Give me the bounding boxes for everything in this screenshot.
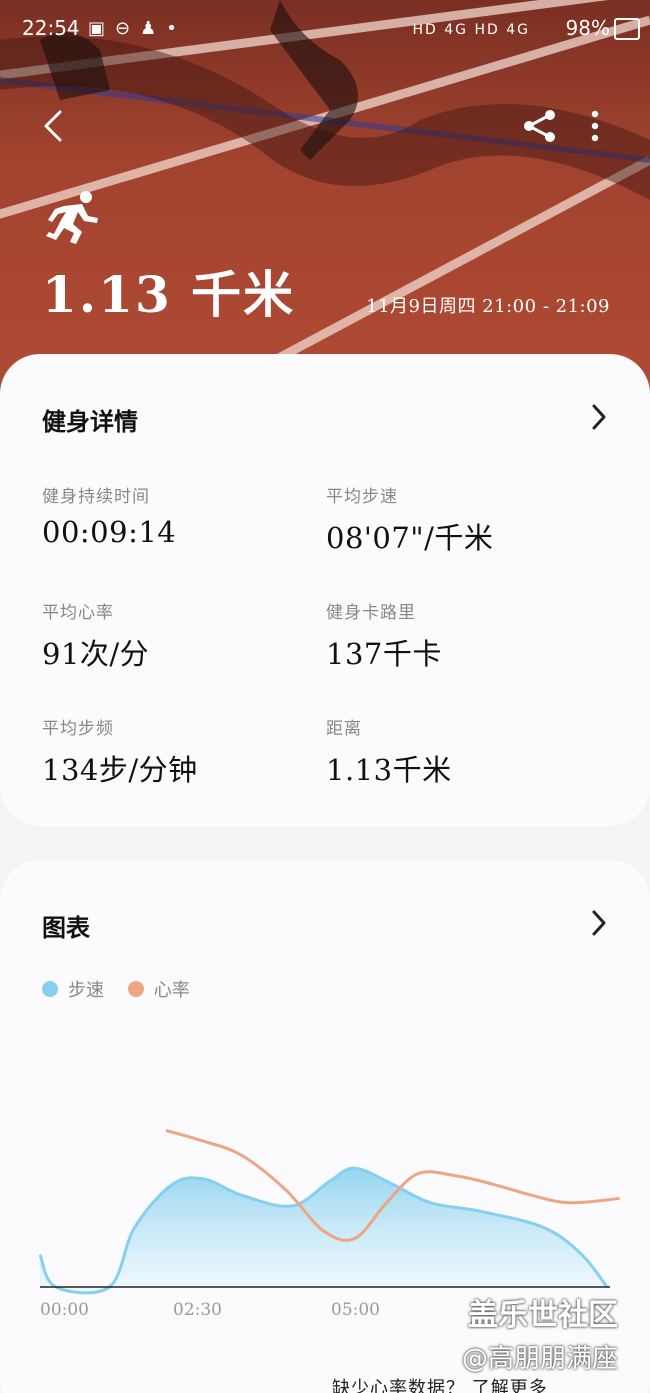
status-bar: 22:54 ▣⊖♟• HD 4G HD 4G 98%: [0, 0, 650, 56]
battery-percent: 98%: [565, 16, 610, 40]
share-icon[interactable]: [520, 106, 560, 146]
stat-label: 平均步频: [42, 719, 114, 739]
stat-duration: 健身持续时间 00:09:14: [42, 482, 176, 549]
stat-label: 健身卡路里: [326, 603, 416, 623]
pace-heart-rate-chart: [38, 1128, 620, 1295]
details-title: 健身详情: [42, 407, 138, 436]
workout-date-time: 11月9日周四 21:00 - 21:09: [366, 296, 610, 317]
notification-icons: ▣⊖♟•: [88, 18, 187, 39]
stat-label: 平均心率: [42, 603, 114, 623]
workout-detail-screen: 22:54 ▣⊖♟• HD 4G HD 4G 98% 1.13 千米 11月9日…: [0, 0, 650, 1393]
stat-value: 08'07"/千米: [326, 521, 494, 555]
stat-distance: 距离 1.13千米: [326, 714, 452, 789]
stat-calories: 健身卡路里 137千卡: [326, 598, 442, 673]
stat-value: 137千卡: [326, 637, 442, 671]
x-tick-label: 05:00: [331, 1300, 380, 1320]
stat-label: 健身持续时间: [42, 487, 150, 507]
more-options-icon[interactable]: [580, 106, 610, 146]
watermark-author: @高朋朋满座: [462, 1344, 619, 1374]
hero-banner: 22:54 ▣⊖♟• HD 4G HD 4G 98% 1.13 千米 11月9日…: [0, 0, 650, 400]
stat-value: 1.13千米: [326, 753, 452, 787]
stat-avg-cadence: 平均步频 134步/分钟: [42, 714, 198, 789]
running-icon: [46, 191, 98, 244]
stat-label: 平均步速: [326, 487, 398, 507]
stat-avg-heart-rate: 平均心率 91次/分: [42, 598, 149, 673]
stat-avg-pace: 平均步速 08'07"/千米: [326, 482, 493, 557]
back-arrow-icon[interactable]: [36, 106, 76, 146]
status-time: 22:54: [22, 16, 80, 40]
stat-value: 00:09:14: [42, 515, 177, 549]
learn-more-link[interactable]: 缺少心率数据？ 了解更多: [332, 1374, 548, 1393]
chevron-right-icon[interactable]: [588, 402, 610, 432]
workout-details-card: 健身详情 健身持续时间 00:09:14 平均步速 08'07"/千米 平均心率…: [0, 354, 650, 826]
stat-label: 距离: [326, 719, 362, 739]
network-indicator: HD 4G HD 4G: [412, 22, 530, 38]
stat-value: 91次/分: [42, 637, 150, 671]
battery-icon: [614, 18, 640, 40]
stat-value: 134步/分钟: [42, 753, 198, 787]
x-tick-label: 00:00: [40, 1300, 89, 1320]
x-tick-label: 02:30: [173, 1300, 222, 1320]
watermark-community: 盖乐世社区: [468, 1298, 618, 1333]
hero-distance: 1.13 千米: [42, 265, 296, 324]
